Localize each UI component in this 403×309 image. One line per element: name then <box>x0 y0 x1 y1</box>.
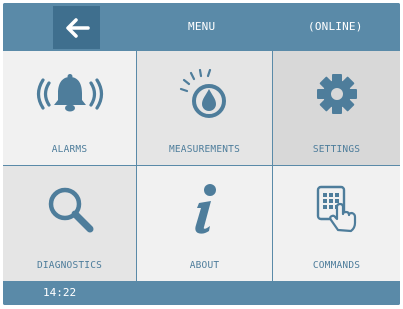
back-button[interactable] <box>53 6 100 49</box>
tile-settings[interactable]: SETTINGS <box>273 51 400 165</box>
tile-about[interactable]: ABOUT <box>137 166 272 281</box>
tile-alarms-label: ALARMS <box>51 144 88 155</box>
connection-status: (ONLINE) <box>308 20 363 33</box>
tile-about-label: ABOUT <box>189 260 220 271</box>
tile-measurements[interactable]: MEASUREMENTS <box>137 51 272 165</box>
arrow-left-icon <box>65 17 90 38</box>
gear-icon <box>316 74 357 114</box>
tile-commands-label: COMMANDS <box>312 260 361 271</box>
magnifier-icon <box>48 187 93 233</box>
bell-ringing-icon <box>36 74 103 112</box>
tile-alarms[interactable]: ALARMS <box>3 51 136 165</box>
tile-commands[interactable]: COMMANDS <box>273 166 400 281</box>
menu-grid: ALARMS MEASUREMENTS SETTINGS DIAGNOSTICS… <box>3 51 400 281</box>
tile-settings-label: SETTINGS <box>312 144 361 155</box>
footer-bar: 14:22 <box>3 281 400 305</box>
drop-gauge-icon <box>179 69 226 118</box>
device-screen: MENU (ONLINE) ALARMS MEASUREMENTS SETTIN… <box>3 3 400 305</box>
tile-diagnostics-label: DIAGNOSTICS <box>36 260 103 271</box>
menu-title: MENU <box>188 20 216 33</box>
tile-measurements-label: MEASUREMENTS <box>168 144 241 155</box>
info-icon <box>194 184 216 234</box>
header-bar: MENU (ONLINE) <box>3 3 400 51</box>
keypad-touch-icon <box>316 185 356 233</box>
clock-time: 14:22 <box>43 286 77 299</box>
tile-diagnostics[interactable]: DIAGNOSTICS <box>3 166 136 281</box>
